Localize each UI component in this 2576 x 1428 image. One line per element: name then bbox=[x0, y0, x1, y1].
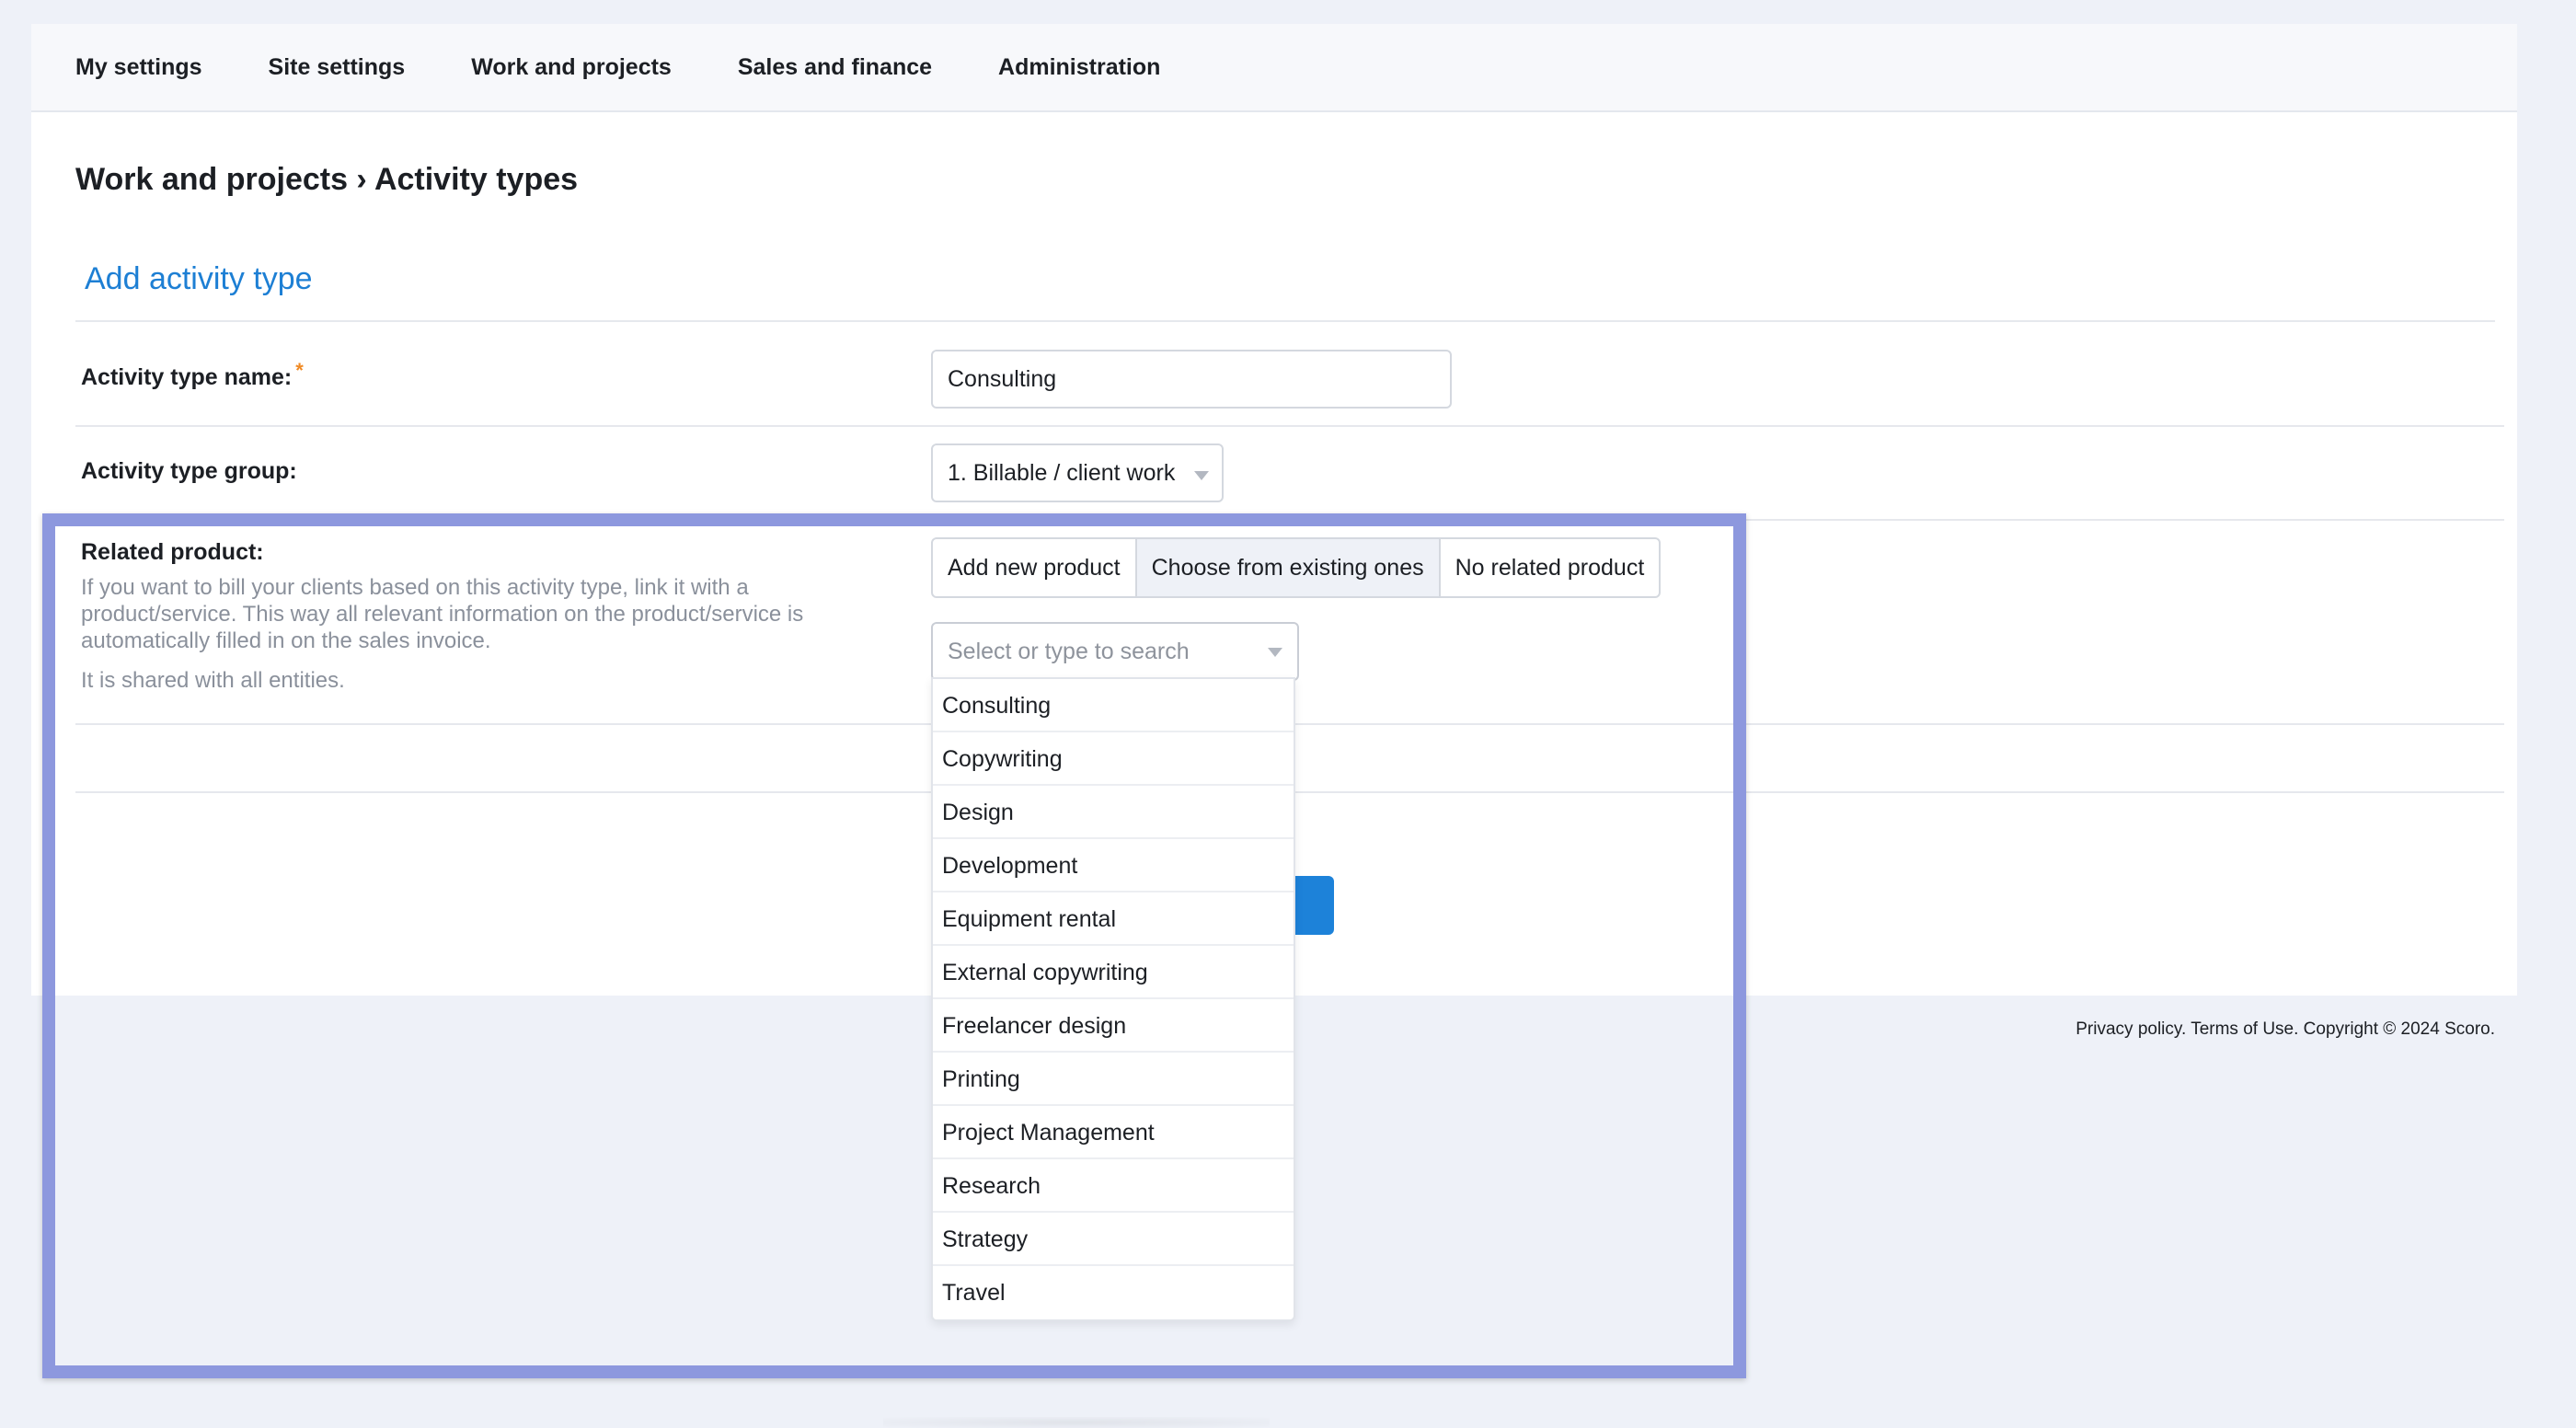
footer-legal: Privacy policy. Terms of Use. Copyright … bbox=[2076, 1019, 2495, 1039]
product-search-select[interactable]: Select or type to search bbox=[931, 622, 1299, 681]
choose-existing-product-button[interactable]: Choose from existing ones bbox=[1136, 539, 1441, 596]
row-divider bbox=[75, 519, 2504, 521]
product-option[interactable]: Research bbox=[933, 1159, 1294, 1213]
product-option[interactable]: Printing bbox=[933, 1053, 1294, 1106]
related-product-mode-toggle: Add new product Choose from existing one… bbox=[931, 537, 1662, 598]
nav-site-settings[interactable]: Site settings bbox=[269, 54, 406, 81]
breadcrumb: Work and projects › Activity types bbox=[75, 162, 579, 197]
product-option[interactable]: External copywriting bbox=[933, 946, 1294, 999]
product-option[interactable]: Consulting bbox=[933, 679, 1294, 732]
activity-type-group-label: Activity type group: bbox=[81, 458, 297, 484]
add-new-product-button[interactable]: Add new product bbox=[933, 539, 1137, 596]
product-option[interactable]: Equipment rental bbox=[933, 892, 1294, 946]
section-title: Add activity type bbox=[85, 261, 313, 296]
activity-type-name-label-text: Activity type name: bbox=[81, 364, 293, 390]
nav-my-settings[interactable]: My settings bbox=[75, 54, 202, 81]
product-option[interactable]: Strategy bbox=[933, 1213, 1294, 1266]
row-divider bbox=[75, 425, 2504, 427]
activity-type-name-input[interactable]: Consulting bbox=[931, 350, 1452, 409]
activity-type-name-label: Activity type name: * bbox=[81, 359, 304, 391]
chevron-down-icon bbox=[1268, 648, 1282, 657]
product-option[interactable]: Copywriting bbox=[933, 732, 1294, 786]
activity-type-group-select[interactable]: 1. Billable / client work bbox=[931, 443, 1224, 502]
activity-type-group-value: 1. Billable / client work bbox=[948, 460, 1176, 486]
top-navigation: My settings Site settings Work and proje… bbox=[31, 24, 2517, 112]
required-marker: * bbox=[295, 359, 304, 382]
related-product-help: If you want to bill your clients based o… bbox=[81, 575, 804, 653]
chevron-down-icon bbox=[1194, 471, 1209, 480]
nav-administration[interactable]: Administration bbox=[998, 54, 1160, 81]
product-search-placeholder: Select or type to search bbox=[948, 639, 1190, 664]
product-options-dropdown: Consulting Copywriting Design Developmen… bbox=[931, 677, 1295, 1321]
product-option[interactable]: Design bbox=[933, 786, 1294, 839]
nav-sales-and-finance[interactable]: Sales and finance bbox=[738, 54, 932, 81]
related-product-shared-note: It is shared with all entities. bbox=[81, 668, 345, 693]
product-option[interactable]: Project Management bbox=[933, 1106, 1294, 1159]
bottom-shadow bbox=[883, 1417, 1270, 1428]
related-product-label: Related product: bbox=[81, 539, 264, 565]
no-related-product-button[interactable]: No related product bbox=[1441, 539, 1660, 596]
product-option[interactable]: Freelancer design bbox=[933, 999, 1294, 1053]
product-option[interactable]: Travel bbox=[933, 1266, 1294, 1319]
product-option[interactable]: Development bbox=[933, 839, 1294, 892]
nav-work-and-projects[interactable]: Work and projects bbox=[471, 54, 672, 81]
section-divider bbox=[75, 320, 2495, 322]
